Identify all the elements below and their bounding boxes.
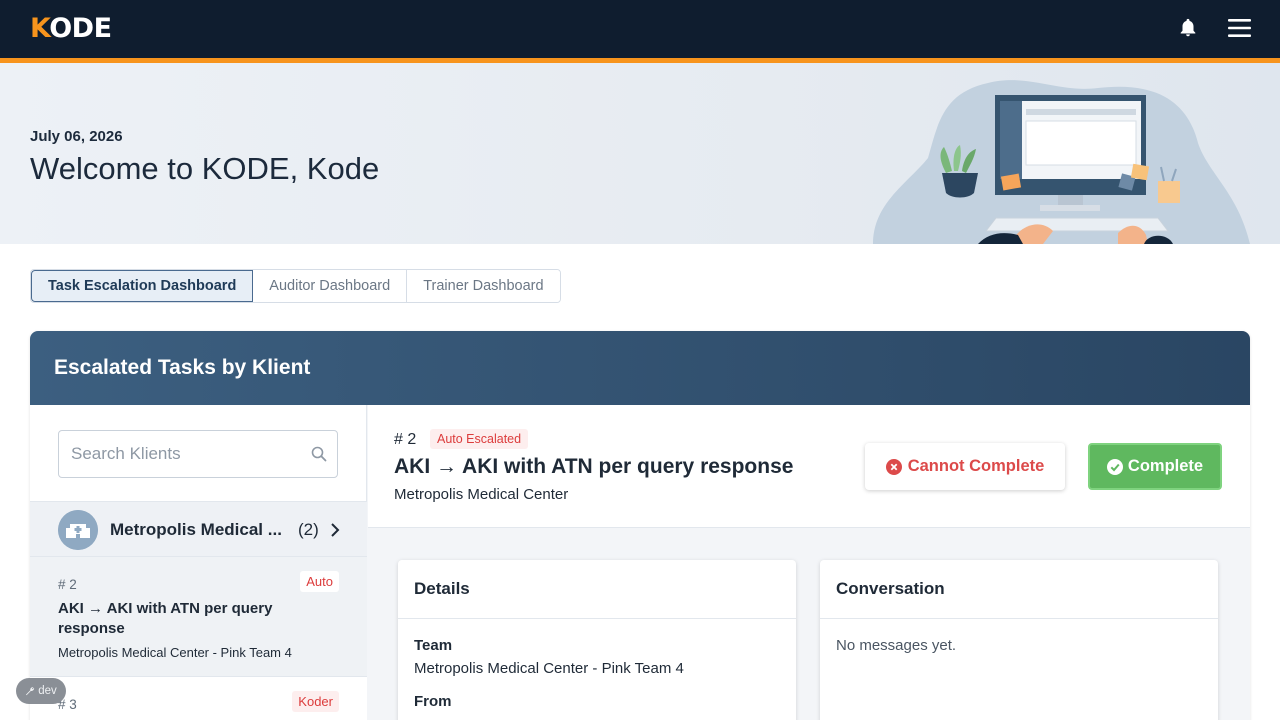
hamburger-menu-icon[interactable] bbox=[1228, 18, 1251, 38]
escalated-tasks-panel: Escalated Tasks by Klient Metropolis Med… bbox=[30, 331, 1250, 720]
task-detail-title: AKI → AKI with ATN per query response bbox=[394, 455, 794, 478]
search-klients-input[interactable] bbox=[71, 431, 301, 477]
conversation-card: Conversation No messages yet. bbox=[820, 560, 1218, 720]
welcome-banner: July 06, 2026 Welcome to KODE, Kode bbox=[0, 63, 1280, 244]
task-list-item[interactable]: # 2 Auto AKI → AKI with ATN per query re… bbox=[30, 557, 367, 677]
cannot-complete-button[interactable]: Cannot Complete bbox=[865, 443, 1065, 490]
task-list-item[interactable]: # 3 Koder bbox=[30, 677, 367, 720]
no-messages-text: No messages yet. bbox=[836, 637, 957, 654]
klient-list-column: Metropolis Medical ... (2) # 2 Auto AKI … bbox=[30, 405, 367, 720]
team-label: Team bbox=[414, 637, 453, 654]
task-title: AKI → AKI with ATN per query response bbox=[58, 600, 273, 637]
auto-escalated-badge: Auto Escalated bbox=[430, 429, 529, 449]
complete-button[interactable]: Complete bbox=[1088, 443, 1222, 490]
current-date: July 06, 2026 bbox=[30, 128, 123, 145]
panel-title: Escalated Tasks by Klient bbox=[54, 356, 311, 379]
task-detail-header: # 2 Auto Escalated AKI → AKI with ATN pe… bbox=[368, 405, 1250, 528]
klient-name: Metropolis Medical ... bbox=[110, 520, 282, 539]
details-card: Details Team Metropolis Medical Center -… bbox=[398, 560, 796, 720]
welcome-title: Welcome to KODE, Kode bbox=[30, 151, 380, 186]
klient-group-row[interactable]: Metropolis Medical ... (2) bbox=[30, 501, 367, 557]
workspace-illustration bbox=[873, 80, 1250, 244]
bell-icon[interactable] bbox=[1177, 17, 1199, 39]
tab-auditor-dashboard[interactable]: Auditor Dashboard bbox=[253, 270, 408, 302]
panel-header: Escalated Tasks by Klient bbox=[30, 331, 1250, 405]
dashboard-tabs: Task Escalation Dashboard Auditor Dashbo… bbox=[30, 269, 561, 303]
escalation-badge: Koder bbox=[292, 691, 339, 712]
task-number: # 2 bbox=[58, 577, 77, 592]
klient-task-count: (2) bbox=[298, 520, 319, 539]
tab-task-escalation-dashboard[interactable]: Task Escalation Dashboard bbox=[31, 270, 254, 302]
tab-trainer-dashboard[interactable]: Trainer Dashboard bbox=[407, 270, 560, 302]
search-icon[interactable] bbox=[311, 446, 327, 462]
kode-logo[interactable]: KODE bbox=[30, 13, 112, 45]
task-number: # 2 bbox=[394, 431, 417, 448]
chevron-right-icon bbox=[331, 523, 340, 537]
task-detail-klient: Metropolis Medical Center bbox=[394, 486, 569, 503]
wrench-icon bbox=[26, 687, 35, 696]
team-value: Metropolis Medical Center - Pink Team 4 bbox=[414, 660, 684, 677]
dev-environment-badge[interactable]: dev bbox=[16, 678, 66, 704]
details-card-title: Details bbox=[398, 560, 796, 619]
cannot-complete-label: Cannot Complete bbox=[907, 457, 1045, 475]
hospital-icon bbox=[58, 510, 98, 550]
check-circle-icon bbox=[1106, 458, 1123, 475]
top-navbar: KODE bbox=[0, 0, 1280, 58]
task-team: Metropolis Medical Center - Pink Team 4 bbox=[58, 645, 292, 660]
x-circle-icon bbox=[885, 458, 902, 475]
from-label: From bbox=[414, 693, 452, 710]
conversation-card-title: Conversation bbox=[820, 560, 1218, 619]
dev-label: dev bbox=[38, 685, 57, 697]
complete-label: Complete bbox=[1127, 457, 1204, 475]
search-klients-box bbox=[58, 430, 338, 478]
escalation-badge: Auto bbox=[300, 571, 339, 592]
